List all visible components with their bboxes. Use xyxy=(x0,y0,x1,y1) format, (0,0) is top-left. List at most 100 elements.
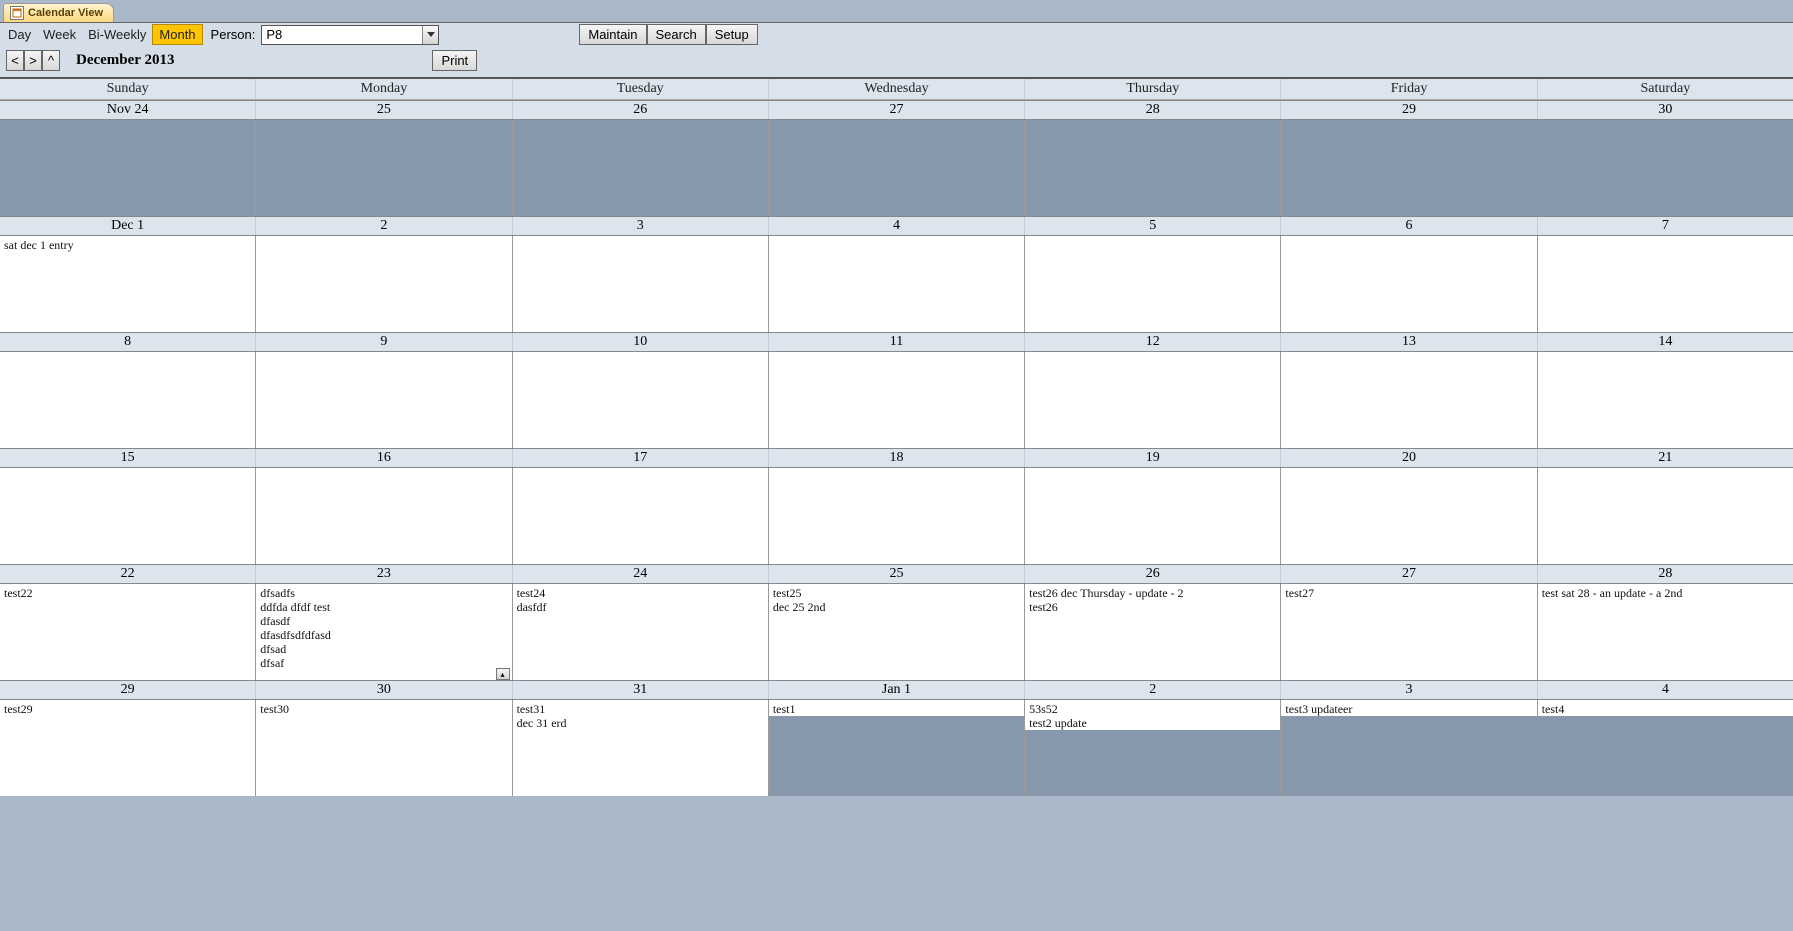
date-cell[interactable]: 25 xyxy=(769,565,1025,583)
maintain-button[interactable]: Maintain xyxy=(579,24,646,45)
day-cell[interactable]: test22 xyxy=(0,584,256,680)
event-entry[interactable]: dec 25 2nd xyxy=(771,600,1024,614)
event-entry[interactable]: dasfdf xyxy=(515,600,768,614)
date-cell[interactable]: 13 xyxy=(1281,333,1537,351)
event-entry[interactable]: test4 xyxy=(1540,702,1793,716)
day-cell[interactable]: test27 xyxy=(1281,584,1537,680)
day-cell[interactable] xyxy=(256,120,512,216)
day-cell[interactable] xyxy=(1281,468,1537,564)
event-entry[interactable]: dfsad xyxy=(258,642,511,656)
date-cell[interactable]: 23 xyxy=(256,565,512,583)
date-cell[interactable]: 26 xyxy=(513,101,769,119)
day-cell[interactable]: test sat 28 - an update - a 2nd xyxy=(1538,584,1793,680)
date-cell[interactable]: 2 xyxy=(1025,681,1281,699)
day-cell[interactable] xyxy=(769,236,1025,332)
date-cell[interactable]: Dec 1 xyxy=(0,217,256,235)
event-entry[interactable]: test30 xyxy=(258,702,511,716)
dropdown-icon[interactable] xyxy=(422,26,438,44)
view-week[interactable]: Week xyxy=(37,25,82,44)
day-cell[interactable]: 53s52test2 update xyxy=(1025,700,1281,796)
date-cell[interactable]: 27 xyxy=(1281,565,1537,583)
date-cell[interactable]: 17 xyxy=(513,449,769,467)
date-cell[interactable]: 30 xyxy=(1538,101,1793,119)
date-cell[interactable]: 29 xyxy=(1281,101,1537,119)
event-entry[interactable]: test sat 28 - an update - a 2nd xyxy=(1540,586,1793,600)
date-cell[interactable]: 20 xyxy=(1281,449,1537,467)
date-cell[interactable]: 3 xyxy=(513,217,769,235)
date-cell[interactable]: 25 xyxy=(256,101,512,119)
date-cell[interactable]: 15 xyxy=(0,449,256,467)
date-cell[interactable]: 19 xyxy=(1025,449,1281,467)
day-cell[interactable] xyxy=(256,236,512,332)
date-cell[interactable]: 7 xyxy=(1538,217,1793,235)
date-cell[interactable]: 28 xyxy=(1538,565,1793,583)
day-cell[interactable] xyxy=(769,120,1025,216)
person-select[interactable]: P8 xyxy=(261,25,439,45)
date-cell[interactable]: Nov 24 xyxy=(0,101,256,119)
date-cell[interactable]: 3 xyxy=(1281,681,1537,699)
day-cell[interactable] xyxy=(0,468,256,564)
day-cell[interactable] xyxy=(1281,236,1537,332)
date-cell[interactable]: 29 xyxy=(0,681,256,699)
date-cell[interactable]: 26 xyxy=(1025,565,1281,583)
day-cell[interactable]: test4 xyxy=(1538,700,1793,796)
day-cell[interactable] xyxy=(1538,352,1793,448)
print-button[interactable]: Print xyxy=(432,50,477,71)
date-cell[interactable]: 5 xyxy=(1025,217,1281,235)
event-entry[interactable]: dfsadfs xyxy=(258,586,511,600)
day-cell[interactable] xyxy=(1281,352,1537,448)
date-cell[interactable]: 11 xyxy=(769,333,1025,351)
day-cell[interactable]: test31dec 31 erd xyxy=(513,700,769,796)
day-cell[interactable]: test26 dec Thursday - update - 2test26 xyxy=(1025,584,1281,680)
event-entry[interactable]: test25 xyxy=(771,586,1024,600)
day-cell[interactable] xyxy=(1025,236,1281,332)
date-cell[interactable]: 4 xyxy=(1538,681,1793,699)
date-cell[interactable]: 18 xyxy=(769,449,1025,467)
event-entry[interactable]: dfasdfsdfdfasd xyxy=(258,628,511,642)
event-entry[interactable]: test3 updateer xyxy=(1283,702,1536,716)
day-cell[interactable]: test1 xyxy=(769,700,1025,796)
date-cell[interactable]: 14 xyxy=(1538,333,1793,351)
date-cell[interactable]: 30 xyxy=(256,681,512,699)
date-cell[interactable]: 31 xyxy=(513,681,769,699)
event-entry[interactable]: test26 xyxy=(1027,600,1280,614)
day-cell[interactable] xyxy=(1538,236,1793,332)
event-entry[interactable]: test29 xyxy=(2,702,255,716)
event-entry[interactable]: dec 31 erd xyxy=(515,716,768,730)
date-cell[interactable]: 28 xyxy=(1025,101,1281,119)
prev-button[interactable]: < xyxy=(6,50,24,71)
event-entry[interactable]: dfasdf xyxy=(258,614,511,628)
event-entry[interactable]: 53s52 xyxy=(1027,702,1280,716)
event-entry[interactable]: test26 dec Thursday - update - 2 xyxy=(1027,586,1280,600)
day-cell[interactable]: test29 xyxy=(0,700,256,796)
more-events-button[interactable]: ▴ xyxy=(496,668,510,680)
day-cell[interactable] xyxy=(1025,352,1281,448)
day-cell[interactable]: dfsadfsddfda dfdf testdfasdfdfasdfsdfdfa… xyxy=(256,584,512,680)
event-entry[interactable]: ddfda dfdf test xyxy=(258,600,511,614)
view-month[interactable]: Month xyxy=(152,24,202,45)
event-entry[interactable]: test22 xyxy=(2,586,255,600)
date-cell[interactable]: 22 xyxy=(0,565,256,583)
day-cell[interactable] xyxy=(0,352,256,448)
event-entry[interactable]: sat dec 1 entry xyxy=(2,238,255,252)
tab-calendar-view[interactable]: Calendar View xyxy=(3,3,114,22)
date-cell[interactable]: 16 xyxy=(256,449,512,467)
day-cell[interactable] xyxy=(1025,468,1281,564)
date-cell[interactable]: Jan 1 xyxy=(769,681,1025,699)
event-entry[interactable]: test27 xyxy=(1283,586,1536,600)
event-entry[interactable]: test31 xyxy=(515,702,768,716)
date-cell[interactable]: 9 xyxy=(256,333,512,351)
today-button[interactable]: ^ xyxy=(42,50,60,71)
event-entry[interactable]: test2 update xyxy=(1027,716,1280,730)
day-cell[interactable] xyxy=(1281,120,1537,216)
date-cell[interactable]: 12 xyxy=(1025,333,1281,351)
search-button[interactable]: Search xyxy=(647,24,706,45)
setup-button[interactable]: Setup xyxy=(706,24,758,45)
day-cell[interactable]: test25dec 25 2nd xyxy=(769,584,1025,680)
view-biweekly[interactable]: Bi-Weekly xyxy=(82,25,152,44)
date-cell[interactable]: 21 xyxy=(1538,449,1793,467)
day-cell[interactable] xyxy=(769,468,1025,564)
day-cell[interactable] xyxy=(1538,120,1793,216)
day-cell[interactable]: test24dasfdf xyxy=(513,584,769,680)
date-cell[interactable]: 8 xyxy=(0,333,256,351)
